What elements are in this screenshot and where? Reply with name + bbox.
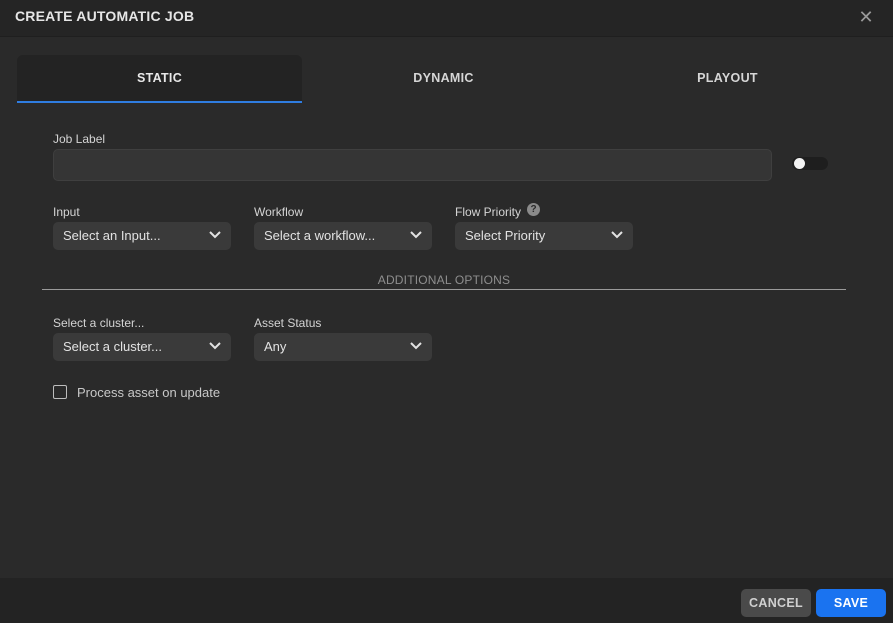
cluster-select-value: Select a cluster... [63,339,162,354]
additional-options-heading: ADDITIONAL OPTIONS [377,273,511,287]
tab-dynamic[interactable]: DYNAMIC [301,55,586,101]
close-icon[interactable]: ✕ [856,7,876,27]
chevron-down-icon [410,342,422,350]
tab-static[interactable]: STATIC [17,55,302,103]
cluster-select[interactable]: Select a cluster... [53,333,231,361]
chevron-down-icon [410,231,422,239]
create-automatic-job-dialog: CREATE AUTOMATIC JOB ✕ STATIC DYNAMIC PL… [0,0,893,623]
section-divider [42,289,846,290]
toggle-knob [794,158,805,169]
process-on-update-label: Process asset on update [77,385,221,400]
cluster-label: Select a cluster... [53,316,145,330]
tab-playout[interactable]: PLAYOUT [585,55,870,101]
dialog-header: CREATE AUTOMATIC JOB ✕ [0,0,893,37]
chevron-down-icon [611,231,623,239]
workflow-select-value: Select a workflow... [264,228,376,243]
input-select-value: Select an Input... [63,228,161,243]
tab-bar: STATIC DYNAMIC PLAYOUT [17,55,870,103]
input-label: Input [53,205,80,219]
cancel-button[interactable]: CANCEL [741,589,811,617]
chevron-down-icon [209,342,221,350]
asset-status-select[interactable]: Any [254,333,432,361]
job-label-toggle[interactable] [792,157,828,170]
flow-priority-label: Flow Priority [455,205,522,219]
job-label-label: Job Label [53,132,106,146]
flow-priority-select[interactable]: Select Priority [455,222,633,250]
workflow-select[interactable]: Select a workflow... [254,222,432,250]
asset-status-select-value: Any [264,339,287,354]
process-on-update-checkbox[interactable] [53,385,67,399]
chevron-down-icon [209,231,221,239]
save-button[interactable]: SAVE [816,589,886,617]
dialog-title: CREATE AUTOMATIC JOB [15,8,195,24]
help-icon[interactable]: ? [527,203,540,216]
job-label-input[interactable] [53,149,772,181]
asset-status-label: Asset Status [254,316,322,330]
input-select[interactable]: Select an Input... [53,222,231,250]
workflow-label: Workflow [254,205,304,219]
flow-priority-select-value: Select Priority [465,228,546,243]
